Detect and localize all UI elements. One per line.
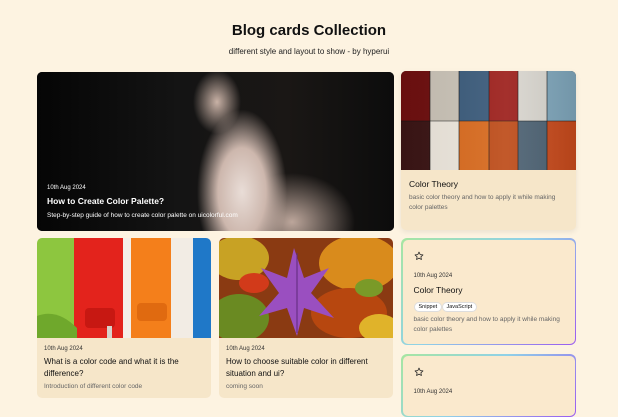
color-code-title-2[interactable]: difference? bbox=[44, 369, 83, 378]
star-icon[interactable] bbox=[414, 367, 424, 377]
star-icon[interactable] bbox=[414, 251, 424, 261]
suitable-color-title-1[interactable]: How to choose suitable color in differen… bbox=[226, 357, 368, 366]
lockers-image bbox=[401, 71, 576, 170]
featured-description-1: basic color theory and how to apply it w… bbox=[413, 315, 560, 323]
color-theory-image-card[interactable]: Color Theory basic color theory and how … bbox=[401, 71, 576, 230]
color-code-date: 10th Aug 2024 bbox=[44, 346, 83, 352]
tag-javascript[interactable]: JavaScript bbox=[441, 301, 478, 312]
tag-snippet[interactable]: Snippet bbox=[413, 301, 443, 312]
page-title: Blog cards Collection bbox=[231, 22, 387, 39]
bottom-blog-card[interactable]: 10th Aug 2024 bbox=[401, 354, 576, 417]
color-code-description: Introduction of different color code bbox=[44, 383, 143, 390]
color-theory-description-2: color palettes bbox=[409, 204, 448, 211]
color-theory-title[interactable]: Color Theory bbox=[409, 179, 458, 189]
color-code-title-1[interactable]: What is a color code and what it is the bbox=[44, 357, 179, 366]
color-theory-description-1: basic color theory and how to apply it w… bbox=[409, 194, 556, 201]
color-code-card[interactable]: 10th Aug 2024 What is a color code and w… bbox=[37, 238, 211, 398]
suitable-color-date: 10th Aug 2024 bbox=[226, 346, 265, 352]
page-subtitle: different style and layout to show - by … bbox=[228, 47, 390, 56]
leaves-image bbox=[219, 238, 393, 338]
suitable-color-title-2[interactable]: situation and ui? bbox=[226, 369, 284, 378]
suitable-color-description: coming soon bbox=[226, 383, 263, 390]
featured-color-theory-card[interactable]: 10th Aug 2024 Color Theory Snippet JavaS… bbox=[401, 238, 576, 345]
hero-image bbox=[37, 72, 394, 231]
featured-description-2: color palettes bbox=[413, 325, 453, 333]
hero-title[interactable]: How to Create Color Palette? bbox=[47, 196, 164, 206]
suitable-color-card[interactable]: 10th Aug 2024 How to choose suitable col… bbox=[219, 238, 393, 398]
featured-date: 10th Aug 2024 bbox=[413, 272, 453, 279]
featured-title[interactable]: Color Theory bbox=[414, 285, 463, 295]
hero-blog-card[interactable]: 10th Aug 2024 How to Create Color Palett… bbox=[37, 72, 394, 231]
hero-date: 10th Aug 2024 bbox=[47, 185, 86, 191]
hero-description: Step-by-step guide of how to create colo… bbox=[47, 212, 238, 219]
paint-image bbox=[37, 238, 211, 338]
